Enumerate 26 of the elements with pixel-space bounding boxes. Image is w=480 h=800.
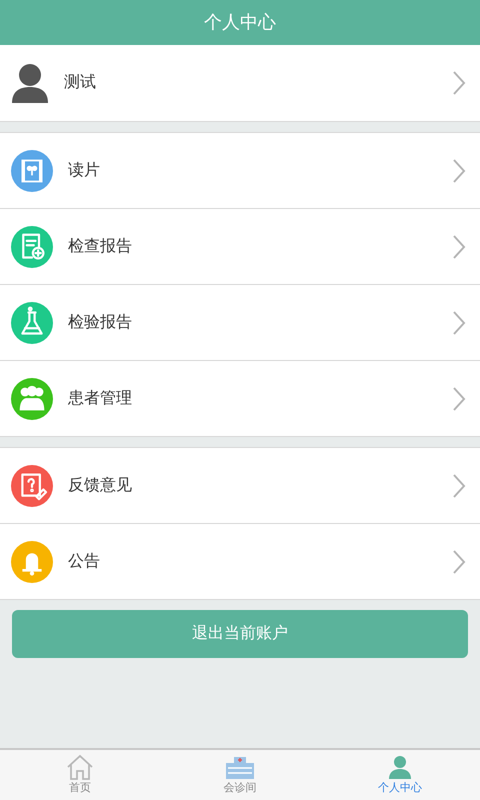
chevron-right-icon — [452, 472, 466, 498]
menu-item[interactable]: 读片 — [0, 133, 480, 209]
menu-label: 患者管理 — [68, 388, 133, 408]
page-title: 个人中心 — [204, 11, 276, 34]
chevron-right-icon — [452, 310, 466, 336]
menu-label: 公告 — [68, 552, 101, 572]
person-icon — [387, 754, 413, 780]
menu-label: 读片 — [68, 160, 101, 180]
chevron-right-icon — [452, 234, 466, 260]
profile-row[interactable]: 测试 — [0, 45, 480, 122]
menu-item[interactable]: 患者管理 — [0, 361, 480, 437]
menu-item[interactable]: 反馈意见 — [0, 448, 480, 524]
menu-label: 反馈意见 — [68, 476, 133, 496]
user-name: 测试 — [64, 72, 97, 93]
chevron-right-icon — [452, 386, 466, 412]
menu-item[interactable]: 检验报告 — [0, 285, 480, 361]
chevron-right-icon — [452, 548, 466, 574]
chevron-right-icon — [452, 70, 466, 96]
menu-label: 检查报告 — [68, 236, 133, 256]
home-icon — [66, 754, 94, 780]
menu-label: 检验报告 — [68, 312, 133, 332]
menu-item[interactable]: 检查报告 — [0, 209, 480, 285]
tab[interactable]: 个人中心 — [320, 750, 480, 800]
menu-item[interactable]: 公告 — [0, 524, 480, 600]
avatar-icon — [12, 63, 48, 103]
chevron-right-icon — [452, 158, 466, 184]
